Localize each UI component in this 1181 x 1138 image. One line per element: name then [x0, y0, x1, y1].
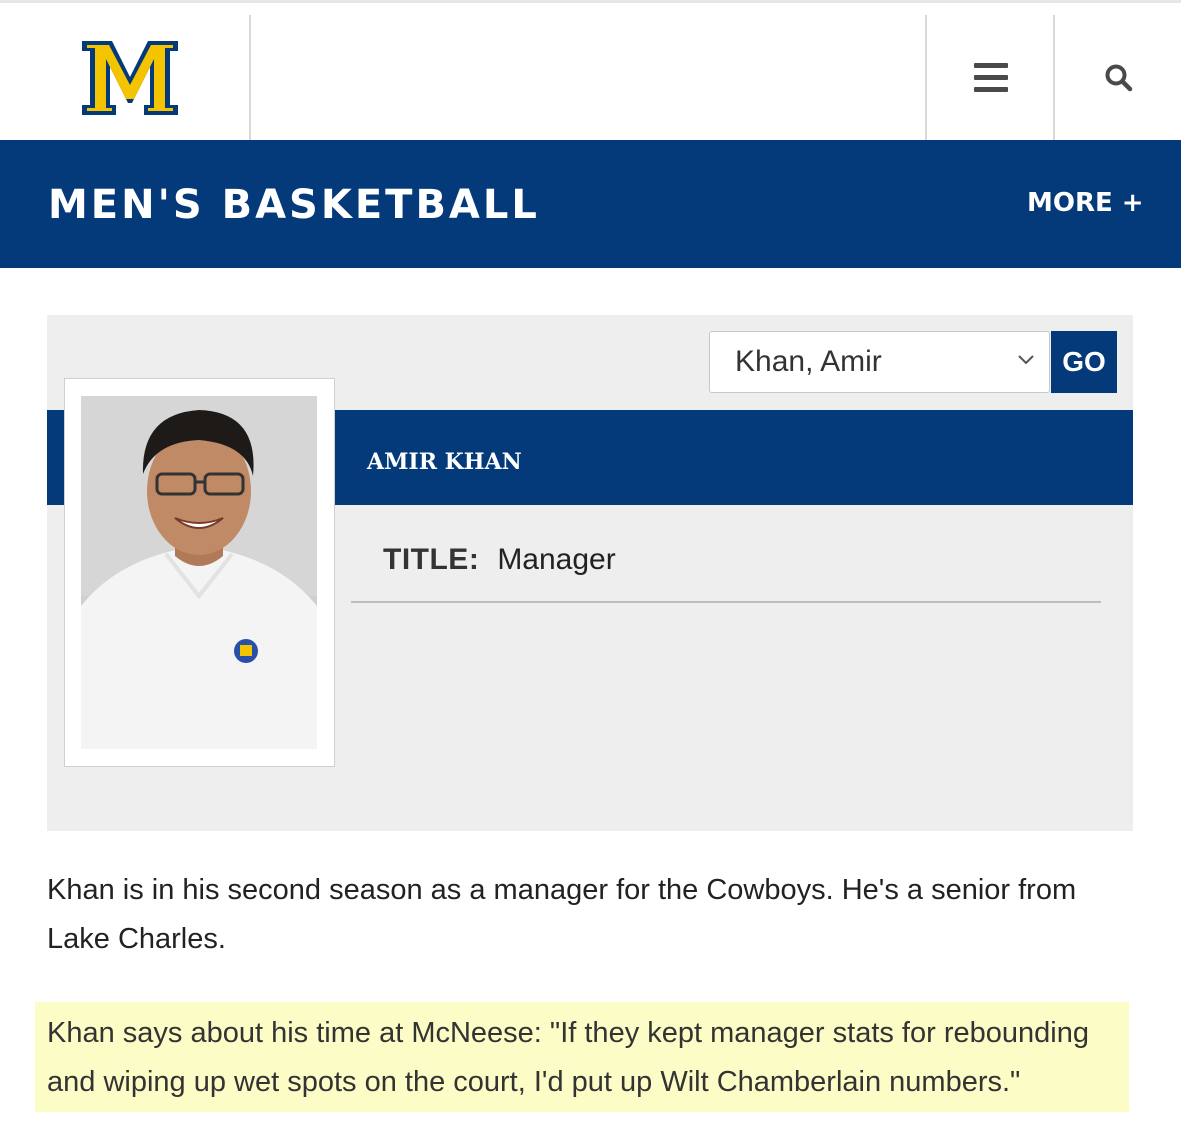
roster-select[interactable]: Khan, Amir — [709, 331, 1050, 393]
staff-name: AMIR KHAN — [367, 449, 522, 475]
title-row: TITLE: Manager — [383, 543, 616, 577]
quote-text: Khan says about his time at McNeese: "If… — [47, 1017, 1089, 1098]
roster-select-value: Khan, Amir — [735, 345, 882, 378]
more-menu-link[interactable]: MORE + — [1027, 188, 1144, 218]
hamburger-menu-icon — [973, 62, 1008, 92]
chevron-down-icon — [1018, 355, 1034, 365]
go-button[interactable]: GO — [1051, 331, 1117, 393]
title-divider — [351, 601, 1101, 603]
bio-text: Khan is in his second season as a manage… — [47, 874, 1077, 955]
title-value: Manager — [497, 543, 616, 576]
sport-title: MEN'S BASKETBALL — [48, 182, 540, 228]
site-header — [0, 3, 1181, 140]
mcneese-logo[interactable] — [78, 37, 182, 119]
search-icon — [1105, 64, 1132, 91]
menu-button[interactable] — [927, 15, 1054, 140]
search-button[interactable] — [1056, 15, 1181, 140]
header-divider — [249, 15, 251, 140]
title-label: TITLE: — [383, 543, 480, 576]
sport-banner: MEN'S BASKETBALL MORE + — [0, 140, 1181, 268]
headshot-photo — [81, 396, 317, 749]
